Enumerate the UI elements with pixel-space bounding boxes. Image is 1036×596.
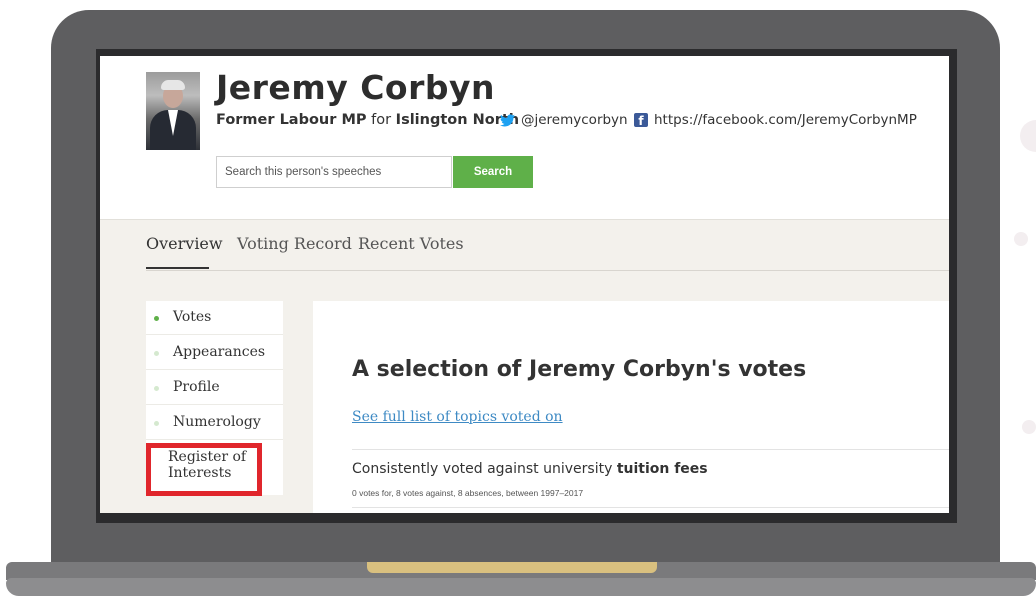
section-title: A selection of Jeremy Corbyn's votes: [352, 357, 807, 382]
twitter-link[interactable]: @jeremycorbyn: [500, 112, 628, 128]
vote-topic[interactable]: tuition fees: [617, 461, 708, 477]
sidebar-item-register-of-interests[interactable]: Register of Interests: [146, 443, 283, 495]
bullet-icon: [154, 316, 159, 321]
tab-recent-votes[interactable]: Recent Votes: [358, 234, 464, 253]
background-decoration-dot: [1020, 120, 1036, 152]
laptop-hinge-notch: [367, 562, 657, 573]
sidebar-item-label: Appearances: [173, 344, 266, 360]
background-decoration-dot: [1022, 420, 1036, 434]
facebook-icon: f: [634, 113, 648, 127]
section-sidebar: Votes Appearances Profile Numerology Reg…: [146, 301, 283, 495]
profile-name: Jeremy Corbyn: [216, 68, 495, 107]
twitter-icon: [500, 113, 515, 126]
full-topics-link[interactable]: See full list of topics voted on: [352, 409, 563, 425]
role-for: for: [366, 112, 396, 128]
background-decoration-dot: [1014, 232, 1028, 246]
twitter-handle: @jeremycorbyn: [521, 112, 628, 128]
facebook-link[interactable]: f https://facebook.com/JeremyCorbynMP: [634, 112, 917, 128]
sidebar-item-label: Register of Interests: [168, 449, 247, 481]
active-tab-underline: [146, 267, 209, 269]
vote-detail: 0 votes for, 8 votes against, 8 absences…: [352, 488, 584, 498]
sidebar-item-profile[interactable]: Profile: [146, 371, 283, 405]
profile-photo: [146, 72, 200, 150]
facebook-url: https://facebook.com/JeremyCorbynMP: [654, 112, 917, 128]
bullet-icon: [154, 386, 159, 391]
tab-voting-record[interactable]: Voting Record: [237, 234, 352, 253]
divider: [352, 507, 949, 508]
profile-role: Former Labour MP for Islington North: [216, 112, 519, 128]
divider: [352, 449, 949, 450]
sidebar-item-appearances[interactable]: Appearances: [146, 336, 283, 370]
vote-summary: Consistently voted against university tu…: [352, 461, 708, 477]
sidebar-item-numerology[interactable]: Numerology: [146, 406, 283, 440]
laptop-base: [6, 578, 1036, 596]
role-prefix: Former Labour MP: [216, 112, 367, 128]
sidebar-item-label: Votes: [173, 309, 212, 325]
laptop-screen: Jeremy Corbyn Former Labour MP for Islin…: [100, 56, 949, 513]
profile-tabs: Overview Voting Record Recent Votes: [100, 219, 949, 302]
search-input[interactable]: [216, 156, 452, 188]
tabs-divider: [146, 270, 949, 271]
search-button[interactable]: Search: [453, 156, 533, 188]
sidebar-item-votes[interactable]: Votes: [146, 301, 283, 335]
sidebar-item-label: Profile: [173, 379, 220, 395]
votes-panel: A selection of Jeremy Corbyn's votes See…: [313, 301, 949, 513]
vote-summary-text: Consistently voted against university: [352, 461, 617, 477]
tab-overview[interactable]: Overview: [146, 234, 223, 253]
sidebar-item-label: Numerology: [173, 414, 261, 430]
bullet-icon: [154, 421, 159, 426]
bullet-icon: [154, 351, 159, 356]
